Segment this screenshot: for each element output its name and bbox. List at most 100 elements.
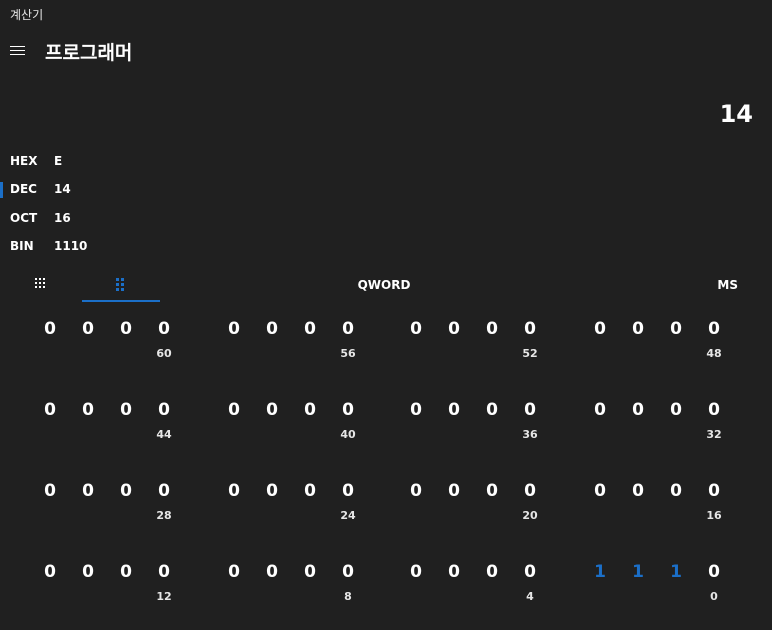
bit-toggle-button[interactable]: 0: [220, 316, 248, 342]
bit-position-label: 20: [522, 509, 538, 522]
bit-toggle-button[interactable]: 0: [150, 478, 178, 504]
bit-toggle-button[interactable]: 0: [402, 316, 430, 342]
bit-toggle-button[interactable]: 0: [624, 397, 652, 423]
bit-toggle-button[interactable]: 0: [74, 397, 102, 423]
bit-toggle-button[interactable]: 0: [334, 316, 362, 342]
hamburger-icon[interactable]: [8, 40, 28, 60]
bit-toggle-button[interactable]: 0: [258, 559, 286, 585]
bit-toggle-button[interactable]: 0: [36, 559, 64, 585]
bit-toggle-button[interactable]: 0: [150, 397, 178, 423]
bit-toggle-button[interactable]: 0: [700, 559, 728, 585]
radix-dec[interactable]: DEC 14: [0, 178, 200, 202]
bit-toggle-button[interactable]: 0: [112, 478, 140, 504]
bit-position-label: 16: [706, 509, 722, 522]
bit-toggle-button[interactable]: 0: [220, 478, 248, 504]
radix-dec-label: DEC: [10, 182, 37, 196]
bit-toggle-button[interactable]: 0: [402, 478, 430, 504]
bit-toggle-button[interactable]: 0: [220, 397, 248, 423]
bit-toggle-button[interactable]: 0: [74, 559, 102, 585]
bit-position-label: 36: [522, 428, 538, 441]
bit-toggle-icon: [116, 278, 126, 292]
bit-toggle-button[interactable]: 0: [258, 397, 286, 423]
bit-toggle-button[interactable]: 0: [74, 478, 102, 504]
bit-toggle-button[interactable]: 0: [586, 478, 614, 504]
bit-toggle-button[interactable]: 1: [662, 559, 690, 585]
bit-toggle-button[interactable]: 0: [586, 316, 614, 342]
calculator-window: 계산기 프로그래머 14 HEX E DEC 14 OCT 16 BIN 111…: [0, 0, 772, 630]
bit-toggle-button[interactable]: 1: [586, 559, 614, 585]
bit-position-label: 12: [156, 590, 172, 603]
bit-toggle-button[interactable]: 0: [586, 397, 614, 423]
radix-oct-label: OCT: [10, 211, 38, 225]
bit-toggle-button[interactable]: 0: [700, 397, 728, 423]
bit-toggle-button[interactable]: 0: [700, 316, 728, 342]
bit-toggle-button[interactable]: 0: [112, 397, 140, 423]
bit-position-label: 28: [156, 509, 172, 522]
radix-oct-value: 16: [54, 211, 71, 225]
bit-position-label: 48: [706, 347, 722, 360]
bit-toggle-button[interactable]: 0: [334, 559, 362, 585]
bit-toggle-button[interactable]: 0: [516, 397, 544, 423]
radix-hex-value: E: [54, 154, 63, 168]
bit-toggle-button[interactable]: 0: [440, 316, 468, 342]
keypad-grid-icon: [35, 278, 47, 290]
bit-toggle-button[interactable]: 0: [478, 397, 506, 423]
bit-toggle-button[interactable]: 0: [296, 397, 324, 423]
bit-toggle-button[interactable]: 0: [662, 316, 690, 342]
radix-bin-value: 1110: [54, 239, 88, 253]
bit-toggle-button[interactable]: 0: [402, 559, 430, 585]
bit-toggle-button[interactable]: 0: [662, 478, 690, 504]
bit-toggle-button[interactable]: 0: [112, 559, 140, 585]
result-display: 14: [719, 100, 753, 128]
bit-toggle-button[interactable]: 0: [700, 478, 728, 504]
radix-dec-value: 14: [54, 182, 71, 196]
bit-toggle-button[interactable]: 0: [440, 559, 468, 585]
bit-toggle-button[interactable]: 0: [516, 559, 544, 585]
bit-toggle-button[interactable]: 0: [478, 559, 506, 585]
bit-toggle-button[interactable]: 0: [402, 397, 430, 423]
bit-toggle-button[interactable]: 0: [516, 316, 544, 342]
bit-position-label: 60: [156, 347, 172, 360]
radix-bin[interactable]: BIN 1110: [0, 235, 200, 259]
bit-position-label: 52: [522, 347, 538, 360]
bit-toggle-button[interactable]: 1: [624, 559, 652, 585]
bit-position-label: 44: [156, 428, 172, 441]
bit-position-label: 40: [340, 428, 356, 441]
bit-toggle-button[interactable]: 0: [478, 478, 506, 504]
bit-toggle-button[interactable]: 0: [296, 478, 324, 504]
bit-toggle-button[interactable]: 0: [36, 397, 64, 423]
bit-toggle-button[interactable]: 0: [258, 316, 286, 342]
window-title: 계산기: [10, 8, 44, 22]
bit-position-label: 0: [710, 590, 718, 603]
bit-position-label: 8: [344, 590, 352, 603]
bit-toggle-button[interactable]: 0: [296, 559, 324, 585]
memory-store-button[interactable]: MS: [708, 278, 738, 292]
bit-toggle-button[interactable]: 0: [74, 316, 102, 342]
radix-oct[interactable]: OCT 16: [0, 207, 200, 231]
bit-toggle-button[interactable]: 0: [334, 397, 362, 423]
bit-toggle-button[interactable]: 0: [478, 316, 506, 342]
bit-toggle-button[interactable]: 0: [440, 397, 468, 423]
radix-bin-label: BIN: [10, 239, 34, 253]
bit-position-label: 24: [340, 509, 356, 522]
bit-toggle-button[interactable]: 0: [516, 478, 544, 504]
full-keypad-tab[interactable]: [28, 272, 54, 302]
word-size-button[interactable]: QWORD: [350, 278, 418, 292]
bit-toggle-button[interactable]: 0: [220, 559, 248, 585]
bit-toggle-button[interactable]: 0: [296, 316, 324, 342]
bit-toggling-keypad-tab[interactable]: [82, 272, 160, 302]
bit-toggle-button[interactable]: 0: [112, 316, 140, 342]
radix-hex[interactable]: HEX E: [0, 150, 200, 174]
bit-toggle-button[interactable]: 0: [150, 559, 178, 585]
bit-toggle-button[interactable]: 0: [36, 478, 64, 504]
bit-toggle-button[interactable]: 0: [36, 316, 64, 342]
bit-toggle-button[interactable]: 0: [624, 478, 652, 504]
bit-position-label: 56: [340, 347, 356, 360]
bit-toggle-button[interactable]: 0: [258, 478, 286, 504]
bit-toggle-button[interactable]: 0: [624, 316, 652, 342]
bit-toggle-button[interactable]: 0: [662, 397, 690, 423]
mode-title: 프로그래머: [45, 42, 133, 64]
bit-toggle-button[interactable]: 0: [150, 316, 178, 342]
bit-toggle-button[interactable]: 0: [440, 478, 468, 504]
bit-toggle-button[interactable]: 0: [334, 478, 362, 504]
